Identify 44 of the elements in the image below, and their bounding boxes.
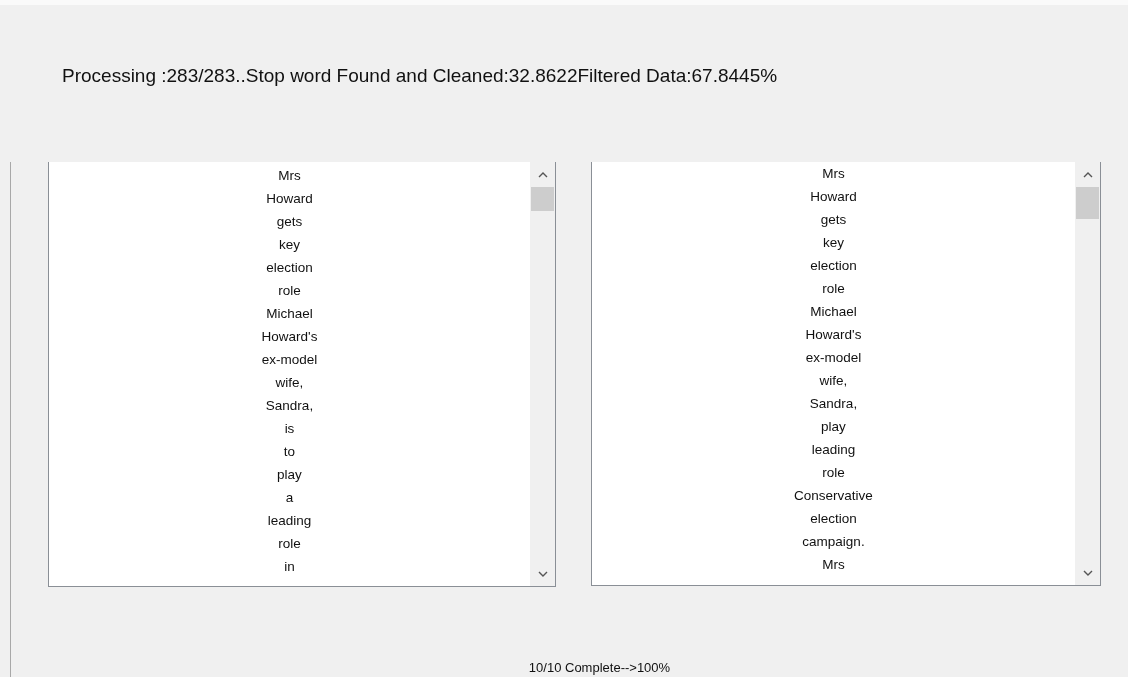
word-line: Conservative [794,487,873,505]
word-line: to [283,443,296,461]
text-area[interactable]: Mrs Howard gets key election role Michael Howard's ex-model wife, Sandra, is to play a leading role in [48,162,556,587]
word-line: ex-model [805,349,862,367]
word-line: key [823,234,844,252]
word-line: wife, [275,374,304,392]
word-line: Howard [266,190,313,208]
word-line: play [277,466,302,484]
word-line: key [279,236,300,254]
word-line: Sandra, [809,395,858,413]
word-line: Howard [810,188,857,206]
word-line: Michael [266,305,313,323]
text-area[interactable]: Mrs Howard gets key election role Michael Howard's ex-model wife, Sandra, play leading role Conservative election campaign. Mrs [591,162,1101,586]
word-line: in [284,558,295,576]
word-line: a [285,489,294,507]
word-line: is [284,420,295,438]
word-line: Mrs [278,167,301,185]
word-line: gets [276,213,303,231]
word-line: Howard's [805,326,862,344]
word-line: wife, [819,372,848,390]
word-line: campaign. [802,533,865,551]
word-line: role [278,535,301,553]
word-line: Sandra, [265,397,314,415]
word-line: election [810,257,857,275]
word-line: Mrs [822,556,845,574]
word-line: gets [820,211,847,229]
processing-status: Processing :283/283..Stop word Found and Cleaned:32.8622Filtered Data:67.8445% [62,65,779,87]
word-line: Mrs [822,165,845,183]
scrollbar[interactable] [530,162,555,586]
scroll-thumb[interactable] [531,187,554,211]
word-line: role [822,280,845,298]
word-line: leading [811,441,856,459]
word-line: election [266,259,313,277]
word-line: election [810,510,857,528]
word-line: role [278,282,301,300]
word-line: role [822,464,845,482]
scroll-thumb[interactable] [1076,187,1099,219]
word-line: Michael [810,303,857,321]
word-line: Howard's [261,328,318,346]
word-line: play [821,418,846,436]
progress-status: 10/10 Complete-->100% [527,660,672,677]
word-line: leading [267,512,312,530]
word-line: ex-model [261,351,318,369]
scrollbar[interactable] [1075,162,1100,585]
